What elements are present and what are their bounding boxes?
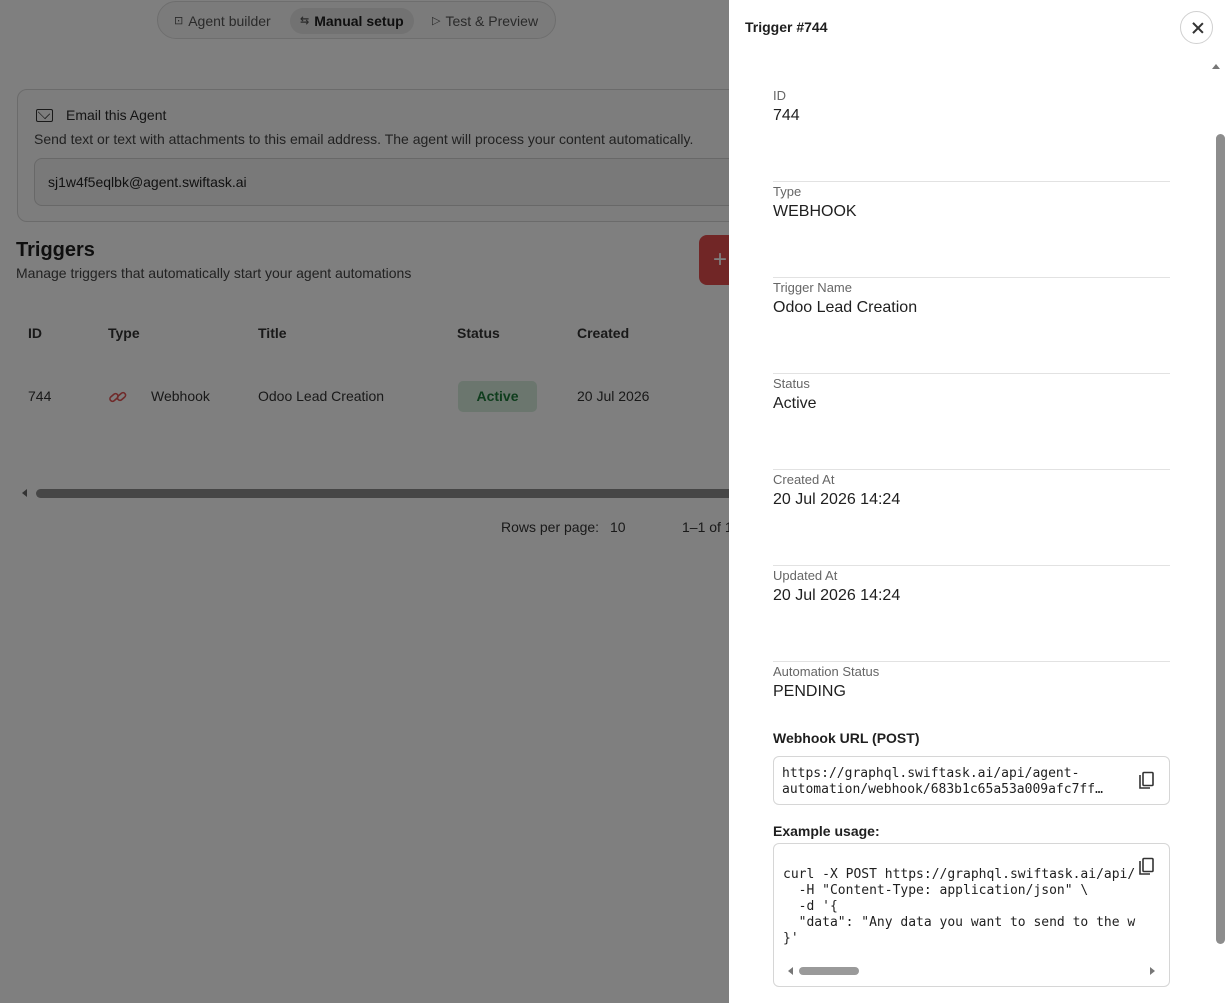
field-label: Status xyxy=(773,376,810,391)
trigger-detail-drawer: Trigger #744 ID 744 Type WEBHOOK Trigger… xyxy=(729,0,1229,1003)
field-updated-at: Updated At 20 Jul 2026 14:24 xyxy=(773,566,1170,662)
field-label: Updated At xyxy=(773,568,838,583)
field-id: ID 744 xyxy=(773,86,1170,182)
field-automation-status: Automation Status PENDING xyxy=(773,662,1170,712)
field-value: PENDING xyxy=(773,683,846,700)
drawer-scroll-up-arrow[interactable] xyxy=(1212,64,1220,69)
field-label: ID xyxy=(773,88,786,103)
drawer-title: Trigger #744 xyxy=(745,19,828,35)
field-label: Trigger Name xyxy=(773,280,852,295)
code-horizontal-scrollbar[interactable] xyxy=(799,967,859,975)
field-value: Active xyxy=(773,395,817,412)
field-type: Type WEBHOOK xyxy=(773,182,1170,278)
close-button[interactable] xyxy=(1180,11,1213,44)
field-label: Created At xyxy=(773,472,835,487)
field-value: Odoo Lead Creation xyxy=(773,299,918,316)
example-usage-label: Example usage: xyxy=(773,823,880,839)
field-created-at: Created At 20 Jul 2026 14:24 xyxy=(773,470,1170,566)
field-label: Automation Status xyxy=(773,664,880,679)
field-label: Type xyxy=(773,184,802,199)
webhook-url-text: https://graphql.swiftask.ai/api/agent- a… xyxy=(782,766,1132,798)
code-scroll-right-arrow[interactable] xyxy=(1150,967,1155,975)
drawer-vertical-scrollbar[interactable] xyxy=(1216,134,1225,944)
example-code-block[interactable]: curl -X POST https://graphql.swiftask.ai… xyxy=(773,843,1170,987)
field-status: Status Active xyxy=(773,374,1170,470)
field-value: 744 xyxy=(773,107,800,124)
field-value: 20 Jul 2026 14:24 xyxy=(773,491,901,508)
field-value: WEBHOOK xyxy=(773,203,857,220)
example-code: curl -X POST https://graphql.swiftask.ai… xyxy=(783,867,1136,946)
webhook-url-label: Webhook URL (POST) xyxy=(773,730,920,746)
field-value: 20 Jul 2026 14:24 xyxy=(773,587,901,604)
webhook-url-field[interactable]: https://graphql.swiftask.ai/api/agent- a… xyxy=(773,756,1170,805)
webhook-url-line1: https://graphql.swiftask.ai/api/agent- xyxy=(782,766,1080,781)
field-trigger-name: Trigger Name Odoo Lead Creation xyxy=(773,278,1170,374)
copy-icon[interactable] xyxy=(1137,771,1155,791)
webhook-url-line2: automation/webhook/683b1c65a53a009afc7ff… xyxy=(782,782,1103,797)
code-scroll-left-arrow[interactable] xyxy=(788,967,793,975)
